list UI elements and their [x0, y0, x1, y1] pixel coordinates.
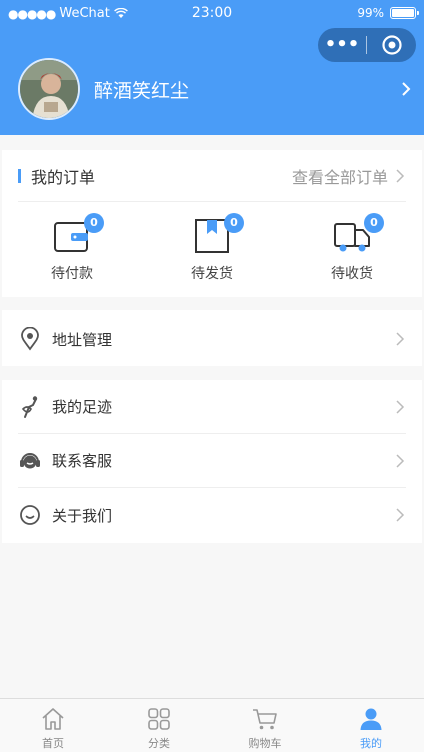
- battery-icon: [390, 7, 419, 19]
- chevron-right-icon[interactable]: [398, 81, 414, 97]
- avatar[interactable]: [18, 58, 80, 120]
- address-label: 地址管理: [52, 330, 113, 349]
- chevron-right-icon: [396, 508, 405, 522]
- section-accent-bar: [18, 168, 21, 183]
- status-battery: 99%: [357, 6, 419, 20]
- orders-card: 我的订单 查看全部订单 0 待付款 0 待发货 0 待收货: [2, 150, 422, 297]
- bottom-tab-bar: 首页 分类 购物车 我的: [0, 698, 424, 752]
- user-icon: [360, 708, 382, 730]
- order-label: 待发货: [191, 266, 233, 282]
- tab-category[interactable]: 分类: [106, 699, 212, 752]
- username: 醉酒笑红尘: [94, 79, 190, 102]
- view-all-orders-link[interactable]: 查看全部订单: [292, 164, 388, 188]
- tab-label: 我的: [360, 737, 382, 750]
- mini-program-capsule: •••: [318, 28, 416, 62]
- cart-icon: [253, 709, 277, 730]
- close-button[interactable]: [367, 34, 416, 56]
- address-card: 地址管理: [2, 310, 422, 366]
- about-us-label: 关于我们: [52, 506, 113, 525]
- customer-service-item[interactable]: 联系客服: [18, 434, 406, 488]
- footprint-icon: [21, 395, 38, 418]
- orders-header[interactable]: 我的订单 查看全部订单: [18, 150, 406, 202]
- target-close-icon: [381, 35, 402, 55]
- grid-icon: [148, 708, 170, 730]
- services-card: 我的足迹 联系客服 关于我们: [2, 380, 422, 543]
- tab-label: 购物车: [248, 737, 282, 750]
- profile-row[interactable]: 醉酒笑红尘: [18, 58, 414, 120]
- order-pending-receipt[interactable]: 0 待收货: [282, 202, 422, 297]
- status-bar: ●●●●● WeChat 23:00 99%: [0, 0, 424, 30]
- tab-label: 首页: [42, 737, 64, 750]
- headset-icon: [20, 452, 40, 468]
- footprint-item[interactable]: 我的足迹: [18, 380, 406, 434]
- location-pin-icon: [21, 327, 39, 351]
- profile-header: ●●●●● WeChat 23:00 99% ••• 醉酒笑红尘: [0, 0, 424, 135]
- order-pending-payment[interactable]: 0 待付款: [2, 202, 142, 297]
- chevron-right-icon: [396, 168, 405, 183]
- tab-home[interactable]: 首页: [0, 699, 106, 752]
- order-pending-shipment[interactable]: 0 待发货: [142, 202, 282, 297]
- tab-label: 分类: [148, 737, 170, 750]
- chevron-right-icon: [396, 453, 405, 468]
- order-badge: 0: [84, 213, 104, 233]
- chevron-right-icon: [396, 399, 405, 414]
- footprint-label: 我的足迹: [52, 398, 113, 416]
- home-icon: [42, 708, 64, 730]
- order-status-row: 0 待付款 0 待发货 0 待收货: [2, 202, 422, 297]
- order-badge: 0: [364, 213, 384, 233]
- chevron-right-icon: [396, 332, 405, 346]
- more-button[interactable]: •••: [318, 28, 366, 62]
- battery-percent: 99%: [357, 6, 384, 20]
- about-us-item[interactable]: 关于我们: [18, 488, 406, 542]
- tab-cart[interactable]: 购物车: [212, 699, 318, 752]
- tab-mine[interactable]: 我的: [318, 699, 424, 752]
- address-management-item[interactable]: 地址管理: [18, 312, 406, 366]
- orders-title: 我的订单: [31, 167, 96, 187]
- order-label: 待收货: [331, 266, 373, 282]
- order-badge: 0: [224, 213, 244, 233]
- order-label: 待付款: [51, 266, 93, 282]
- smile-icon: [20, 505, 40, 525]
- customer-service-label: 联系客服: [52, 452, 113, 470]
